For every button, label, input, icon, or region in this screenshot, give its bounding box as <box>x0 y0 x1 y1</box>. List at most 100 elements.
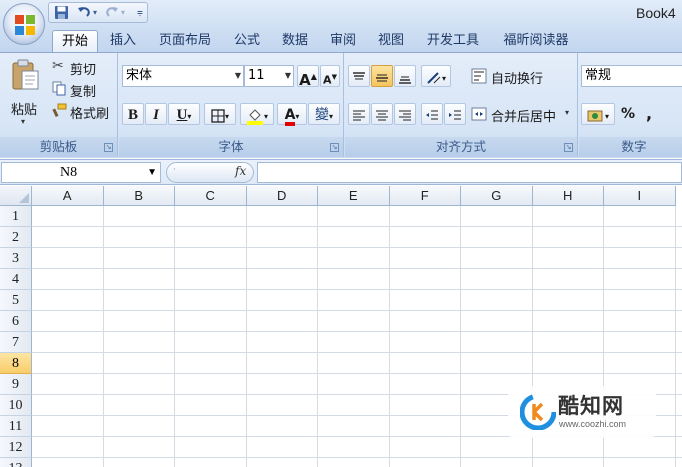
align-top-button[interactable] <box>348 65 370 87</box>
insert-function-button[interactable]: fx <box>235 164 246 178</box>
font-name-combo[interactable]: 宋体 ▼ <box>122 65 244 87</box>
alignment-launcher-icon[interactable]: ↘ <box>564 143 573 152</box>
tab-foxit-reader[interactable]: 福昕阅读器 <box>494 30 578 52</box>
row-header[interactable]: 11 <box>0 416 32 437</box>
tab-review[interactable]: 审阅 <box>322 30 364 52</box>
align-bottom-button[interactable] <box>394 65 416 87</box>
row-header[interactable]: 4 <box>0 269 32 290</box>
column-header[interactable]: D <box>246 186 318 206</box>
percent-button[interactable]: % <box>617 103 639 125</box>
name-box[interactable]: N8 ▼ <box>1 162 161 183</box>
accounting-format-button[interactable]: ▾ <box>581 103 615 125</box>
cut-label: 剪切 <box>70 63 97 78</box>
watermark-url: www.coozhi.com <box>559 419 627 429</box>
row-header[interactable]: 5 <box>0 290 32 311</box>
font-size-combo[interactable]: 11 ▼ <box>244 65 294 87</box>
number-format-combo[interactable]: 常规 <box>581 65 682 87</box>
wrap-text-button[interactable]: 自动换行 <box>469 65 575 87</box>
chevron-down-icon: ▼ <box>234 71 241 80</box>
align-left-button[interactable] <box>348 103 370 125</box>
underline-button[interactable]: U▾ <box>168 103 200 125</box>
paste-dropdown-icon[interactable]: ▾ <box>21 117 25 126</box>
tab-data[interactable]: 数据 <box>274 30 316 52</box>
quick-access-toolbar: ▾ ▾ ⩦ <box>48 2 148 23</box>
bold-button[interactable]: B <box>122 103 144 125</box>
row-header[interactable]: 3 <box>0 248 32 269</box>
fill-color-button[interactable]: ▾ <box>240 103 274 125</box>
formula-input[interactable] <box>257 162 682 183</box>
office-button[interactable] <box>3 3 45 45</box>
align-right-button[interactable] <box>394 103 416 125</box>
grid-line <box>32 226 682 227</box>
column-header[interactable]: B <box>103 186 175 206</box>
undo-dropdown-icon[interactable]: ▾ <box>93 5 97 21</box>
row-header[interactable]: 10 <box>0 395 32 416</box>
row-header[interactable]: 6 <box>0 311 32 332</box>
comma-style-button[interactable]: , <box>641 103 657 125</box>
row-header[interactable]: 9 <box>0 374 32 395</box>
row-header[interactable]: 13 <box>0 458 32 467</box>
select-all-button[interactable] <box>0 186 32 206</box>
column-header[interactable]: F <box>389 186 461 206</box>
merge-center-button[interactable]: 合并后居中 ▾ <box>469 103 575 125</box>
wrap-text-label: 自动换行 <box>491 72 544 87</box>
borders-button[interactable]: ▾ <box>204 103 236 125</box>
watermark: 酷知网 www.coozhi.com <box>508 386 656 438</box>
chevron-down-icon[interactable]: ▾ <box>565 108 569 117</box>
column-header[interactable]: H <box>532 186 604 206</box>
tab-page-layout[interactable]: 页面布局 <box>150 30 220 52</box>
grow-font-button[interactable]: A▲ <box>297 65 319 89</box>
customize-icon[interactable]: ⩦ <box>137 5 143 21</box>
chevron-down-icon: ▾ <box>328 112 333 121</box>
chevron-down-icon: ▾ <box>441 74 446 83</box>
paste-icon <box>12 59 39 90</box>
redo-dropdown-icon[interactable]: ▾ <box>121 5 125 21</box>
column-header[interactable]: A <box>32 186 104 206</box>
redo-icon[interactable] <box>105 5 119 21</box>
merge-center-label: 合并后居中 <box>491 110 557 125</box>
shrink-font-icon: A <box>323 73 332 87</box>
grid-line <box>245 206 247 467</box>
format-painter-button[interactable]: 格式刷 <box>50 101 116 122</box>
tab-insert[interactable]: 插入 <box>102 30 144 52</box>
column-header[interactable]: I <box>604 186 676 206</box>
paste-button[interactable]: 粘贴 ▾ <box>4 57 46 131</box>
row-header[interactable]: 7 <box>0 332 32 353</box>
save-icon[interactable] <box>54 5 69 21</box>
tab-home[interactable]: 开始 <box>52 30 98 52</box>
row-header[interactable]: 12 <box>0 437 32 458</box>
tab-developer[interactable]: 开发工具 <box>418 30 488 52</box>
tab-view[interactable]: 视图 <box>370 30 412 52</box>
row-header[interactable]: 1 <box>0 206 32 227</box>
decrease-indent-button[interactable] <box>421 103 443 125</box>
row-header[interactable]: 2 <box>0 227 32 248</box>
grid-line <box>32 310 682 311</box>
increase-indent-button[interactable] <box>444 103 466 125</box>
copy-button[interactable]: 复制 <box>50 79 116 100</box>
italic-button[interactable]: I <box>145 103 167 125</box>
column-header[interactable]: G <box>461 186 533 206</box>
font-launcher-icon[interactable]: ↘ <box>330 143 339 152</box>
shrink-font-button[interactable]: A▼ <box>320 65 340 87</box>
orientation-button[interactable]: ▾ <box>421 65 451 87</box>
align-middle-button[interactable] <box>371 65 393 87</box>
row-header[interactable]: 8 <box>0 353 32 374</box>
column-header[interactable]: E <box>318 186 390 206</box>
number-group-label: 数字 <box>579 137 682 157</box>
grid-line <box>174 206 175 467</box>
phonetic-button[interactable]: 變▾ <box>308 103 340 125</box>
align-center-button[interactable] <box>371 103 393 125</box>
name-box-value: N8 <box>60 165 78 180</box>
cut-button[interactable]: ✂ 剪切 <box>50 57 116 78</box>
undo-icon[interactable] <box>77 5 91 21</box>
format-painter-icon <box>52 103 67 118</box>
tab-formulas[interactable]: 公式 <box>226 30 268 52</box>
underline-icon: U <box>176 107 188 123</box>
font-color-button[interactable]: A▾ <box>277 103 307 126</box>
merge-center-icon <box>471 107 487 121</box>
expand-handle-icon[interactable]: · <box>173 165 176 175</box>
clipboard-launcher-icon[interactable]: ↘ <box>104 143 113 152</box>
fill-bucket-icon <box>246 108 263 125</box>
align-left-icon <box>353 110 365 120</box>
column-header[interactable]: C <box>175 186 247 206</box>
